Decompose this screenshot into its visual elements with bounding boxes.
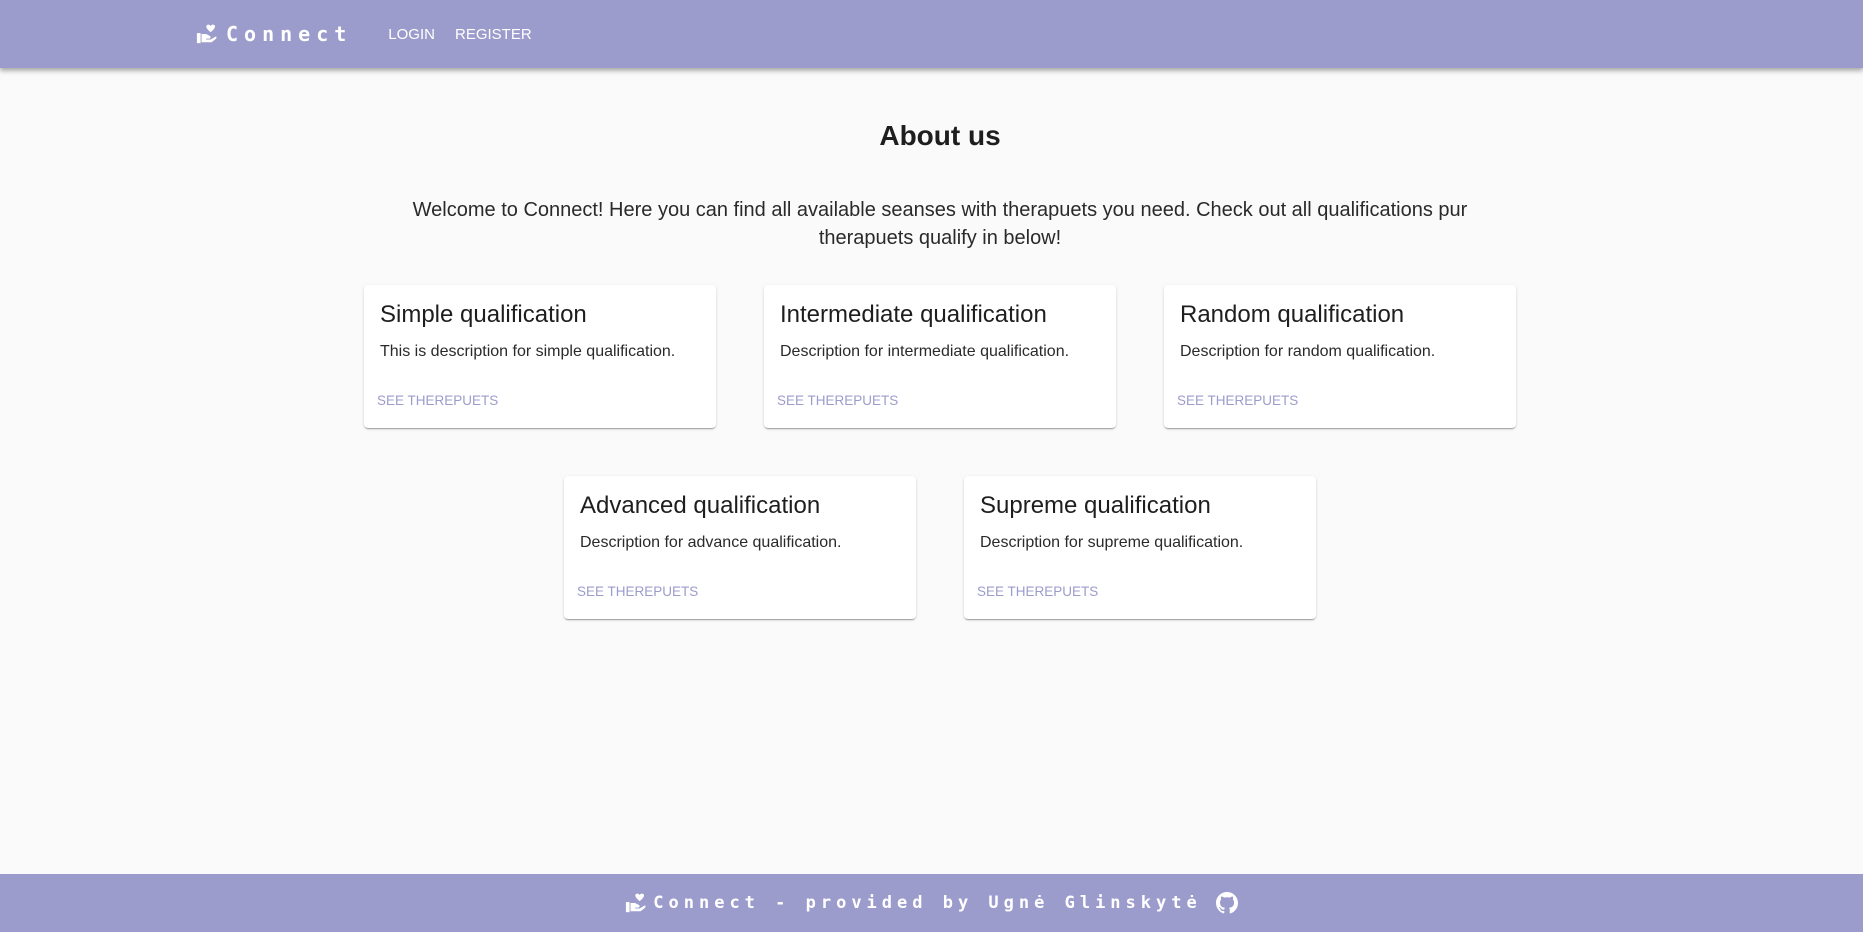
intro-text: Welcome to Connect! Here you can find al… xyxy=(412,199,1468,249)
card-title: Advanced qualification xyxy=(580,492,821,519)
see-therapists-button[interactable]: SEE THEREPUETS xyxy=(572,580,703,603)
github-link[interactable] xyxy=(1215,892,1238,914)
brand-link[interactable]: Connect xyxy=(196,22,352,46)
card-description: This is description for simple qualifica… xyxy=(380,343,676,360)
app-bar: Connect LOGIN REGISTER xyxy=(0,0,1863,68)
hand-heart-icon xyxy=(626,893,646,913)
qualification-card-intermediate: Intermediate qualification Description f… xyxy=(764,285,1116,428)
card-title: Intermediate qualification xyxy=(780,301,1047,328)
register-button[interactable]: REGISTER xyxy=(447,20,540,49)
brand-title: Connect xyxy=(226,22,353,46)
footer: Connect - provided by Ugnė Glinskytė xyxy=(0,874,1863,932)
main-content: About us Welcome to Connect! Here you ca… xyxy=(0,68,1863,874)
see-therapists-button[interactable]: SEE THEREPUETS xyxy=(972,580,1103,603)
github-icon xyxy=(1215,892,1238,914)
page-title: About us xyxy=(879,120,1001,151)
qualification-card-random: Random qualification Description for ran… xyxy=(1164,285,1516,428)
qualification-card-simple: Simple qualification This is description… xyxy=(364,285,716,428)
login-button[interactable]: LOGIN xyxy=(380,20,443,49)
qualification-card-advanced: Advanced qualification Description for a… xyxy=(564,476,916,619)
see-therapists-button[interactable]: SEE THEREPUETS xyxy=(1172,389,1303,412)
card-description: Description for supreme qualification. xyxy=(980,534,1244,551)
card-title: Random qualification xyxy=(1180,301,1405,328)
see-therapists-button[interactable]: SEE THEREPUETS xyxy=(372,389,503,412)
card-description: Description for random qualification. xyxy=(1180,343,1436,360)
see-therapists-button[interactable]: SEE THEREPUETS xyxy=(772,389,903,412)
footer-credit: Connect - provided by Ugnė Glinskytė xyxy=(653,893,1202,913)
card-description: Description for advance qualification. xyxy=(580,534,842,551)
card-title: Supreme qualification xyxy=(980,492,1211,519)
card-title: Simple qualification xyxy=(380,301,587,328)
card-description: Description for intermediate qualificati… xyxy=(780,343,1070,360)
hand-heart-icon xyxy=(196,24,217,44)
qualification-card-supreme: Supreme qualification Description for su… xyxy=(964,476,1316,619)
